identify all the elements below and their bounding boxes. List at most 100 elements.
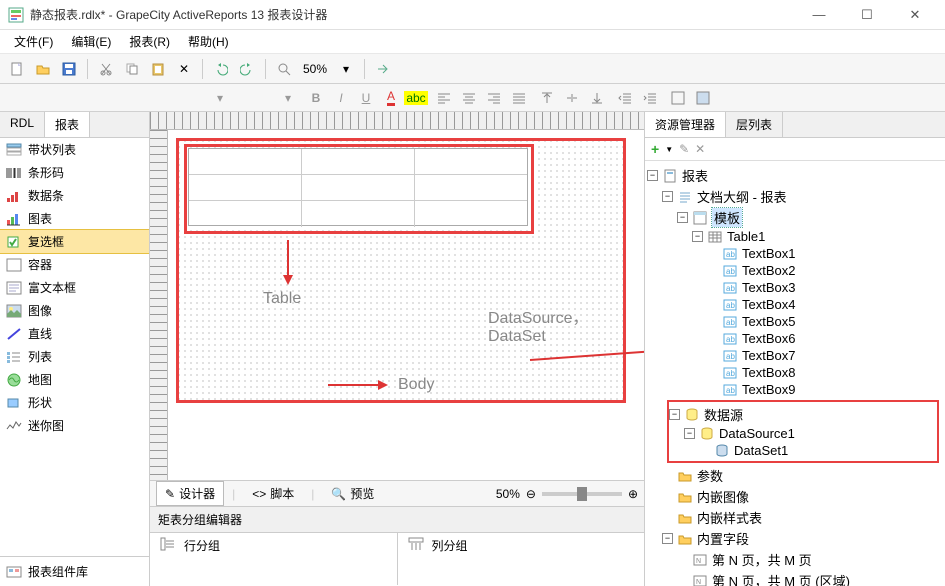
tab-rdl[interactable]: RDL — [0, 112, 45, 137]
toolbox-item[interactable]: 图像 — [0, 299, 149, 322]
highlight-button[interactable]: abc — [405, 87, 427, 109]
tree-params[interactable]: 参数 — [647, 465, 943, 486]
undo-button[interactable] — [210, 58, 232, 80]
tree-textbox[interactable]: abTextBox6 — [647, 330, 943, 347]
tree-dataset[interactable]: DataSet1 — [669, 442, 937, 459]
save-button[interactable] — [58, 58, 80, 80]
tree-datasource-group[interactable]: −数据源 — [669, 404, 937, 425]
remove-button[interactable]: ✕ — [695, 142, 705, 156]
maximize-button[interactable]: ☐ — [845, 1, 889, 29]
tree-textbox[interactable]: abTextBox8 — [647, 364, 943, 381]
align-left-button[interactable] — [433, 87, 455, 109]
tree-field[interactable]: N第 N 页，共 M 页 (区域) — [647, 570, 943, 586]
indent-decrease-button[interactable] — [614, 87, 636, 109]
explorer-tree[interactable]: −报表−文档大纲 - 报表−模板−Table1abTextBox1abTextB… — [645, 161, 945, 586]
toolbox-item[interactable]: 复选框 — [0, 230, 149, 253]
align-center-button[interactable] — [458, 87, 480, 109]
tree-textbox[interactable]: abTextBox2 — [647, 262, 943, 279]
edit-button[interactable]: ✎ — [679, 142, 689, 156]
toolbox-item[interactable]: 富文本框 — [0, 276, 149, 299]
menu-help[interactable]: 帮助(H) — [180, 30, 237, 53]
valign-middle-button[interactable] — [561, 87, 583, 109]
expand-icon[interactable]: − — [669, 409, 680, 420]
underline-button[interactable]: U — [355, 87, 377, 109]
menu-report[interactable]: 报表(R) — [121, 30, 178, 53]
tree-textbox[interactable]: abTextBox3 — [647, 279, 943, 296]
expand-icon[interactable]: − — [684, 428, 695, 439]
open-button[interactable] — [32, 58, 54, 80]
zoom-out-button[interactable]: ⊖ — [526, 487, 536, 501]
expand-icon[interactable]: − — [662, 533, 673, 544]
toolbox-item[interactable]: 数据条 — [0, 184, 149, 207]
indent-increase-button[interactable] — [639, 87, 661, 109]
tree-builtin-fields[interactable]: −内置字段 — [647, 528, 943, 549]
add-button[interactable]: + — [651, 141, 659, 157]
table-control[interactable] — [188, 148, 528, 226]
size-dropdown[interactable]: ▾ — [277, 87, 299, 109]
delete-button[interactable]: ✕ — [173, 58, 195, 80]
goto-button[interactable] — [372, 58, 394, 80]
expand-icon[interactable]: − — [692, 231, 703, 242]
tree-embed-images[interactable]: 内嵌图像 — [647, 486, 943, 507]
ruler-vertical[interactable] — [150, 130, 168, 480]
menu-file[interactable]: 文件(F) — [6, 30, 61, 53]
tree-textbox[interactable]: abTextBox4 — [647, 296, 943, 313]
zoom-dropdown[interactable]: ▾ — [335, 58, 357, 80]
tree-textbox[interactable]: abTextBox9 — [647, 381, 943, 398]
tree-textbox[interactable]: abTextBox1 — [647, 245, 943, 262]
tree-field[interactable]: N第 N 页，共 M 页 — [647, 549, 943, 570]
minimize-button[interactable]: — — [797, 1, 841, 29]
copy-button[interactable] — [121, 58, 143, 80]
tree-embed-styles[interactable]: 内嵌样式表 — [647, 507, 943, 528]
zoom-button[interactable] — [273, 58, 295, 80]
toolbox-item[interactable]: 地图 — [0, 368, 149, 391]
tree-table[interactable]: −Table1 — [647, 228, 943, 245]
align-right-button[interactable] — [483, 87, 505, 109]
expand-icon[interactable]: − — [662, 191, 673, 202]
tab-preview[interactable]: 🔍预览 — [322, 481, 383, 506]
toolbox-item[interactable]: 条形码 — [0, 161, 149, 184]
tab-report[interactable]: 报表 — [45, 112, 90, 137]
valign-top-button[interactable] — [536, 87, 558, 109]
redo-button[interactable] — [236, 58, 258, 80]
design-canvas[interactable]: Table Body DataSource， DataSet — [168, 130, 644, 480]
toolbox-item[interactable]: 容器 — [0, 253, 149, 276]
tree-outline[interactable]: −文档大纲 - 报表 — [647, 186, 943, 207]
expand-icon[interactable]: − — [647, 170, 658, 181]
tree-root[interactable]: −报表 — [647, 165, 943, 186]
toolbox-item[interactable]: 迷你图 — [0, 414, 149, 437]
paste-button[interactable] — [147, 58, 169, 80]
tab-layers[interactable]: 层列表 — [726, 112, 783, 137]
explorer-panel: 资源管理器 层列表 +▼ ✎ ✕ −报表−文档大纲 - 报表−模板−Table1… — [645, 112, 945, 586]
tree-textbox[interactable]: abTextBox5 — [647, 313, 943, 330]
zoom-slider[interactable] — [542, 492, 622, 496]
close-button[interactable]: ✕ — [893, 1, 937, 29]
expand-icon[interactable]: − — [677, 212, 688, 223]
menu-edit[interactable]: 编辑(E) — [63, 30, 119, 53]
toolbox-item[interactable]: 图表 — [0, 207, 149, 230]
cut-button[interactable] — [95, 58, 117, 80]
italic-button[interactable]: I — [330, 87, 352, 109]
toolbox-item[interactable]: 带状列表 — [0, 138, 149, 161]
tab-script[interactable]: <>脚本 — [243, 481, 303, 506]
font-color-button[interactable]: A — [380, 87, 402, 109]
valign-bottom-button[interactable] — [586, 87, 608, 109]
new-button[interactable] — [6, 58, 28, 80]
bold-button[interactable]: B — [305, 87, 327, 109]
fill-button[interactable] — [692, 87, 714, 109]
component-library[interactable]: 报表组件库 — [0, 556, 149, 586]
ruler-horizontal[interactable] — [150, 112, 644, 130]
align-justify-button[interactable] — [508, 87, 530, 109]
component-library-label: 报表组件库 — [28, 563, 88, 580]
tree-template[interactable]: −模板 — [647, 207, 943, 228]
toolbox-item[interactable]: 形状 — [0, 391, 149, 414]
tab-designer[interactable]: ✎设计器 — [156, 481, 224, 506]
tree-datasource[interactable]: −DataSource1 — [669, 425, 937, 442]
border-button[interactable] — [667, 87, 689, 109]
toolbox-item[interactable]: 列表 — [0, 345, 149, 368]
tree-textbox[interactable]: abTextBox7 — [647, 347, 943, 364]
toolbox-item[interactable]: 直线 — [0, 322, 149, 345]
font-dropdown[interactable]: ▾ — [209, 87, 231, 109]
zoom-in-button[interactable]: ⊕ — [628, 487, 638, 501]
tab-explorer[interactable]: 资源管理器 — [645, 112, 726, 137]
